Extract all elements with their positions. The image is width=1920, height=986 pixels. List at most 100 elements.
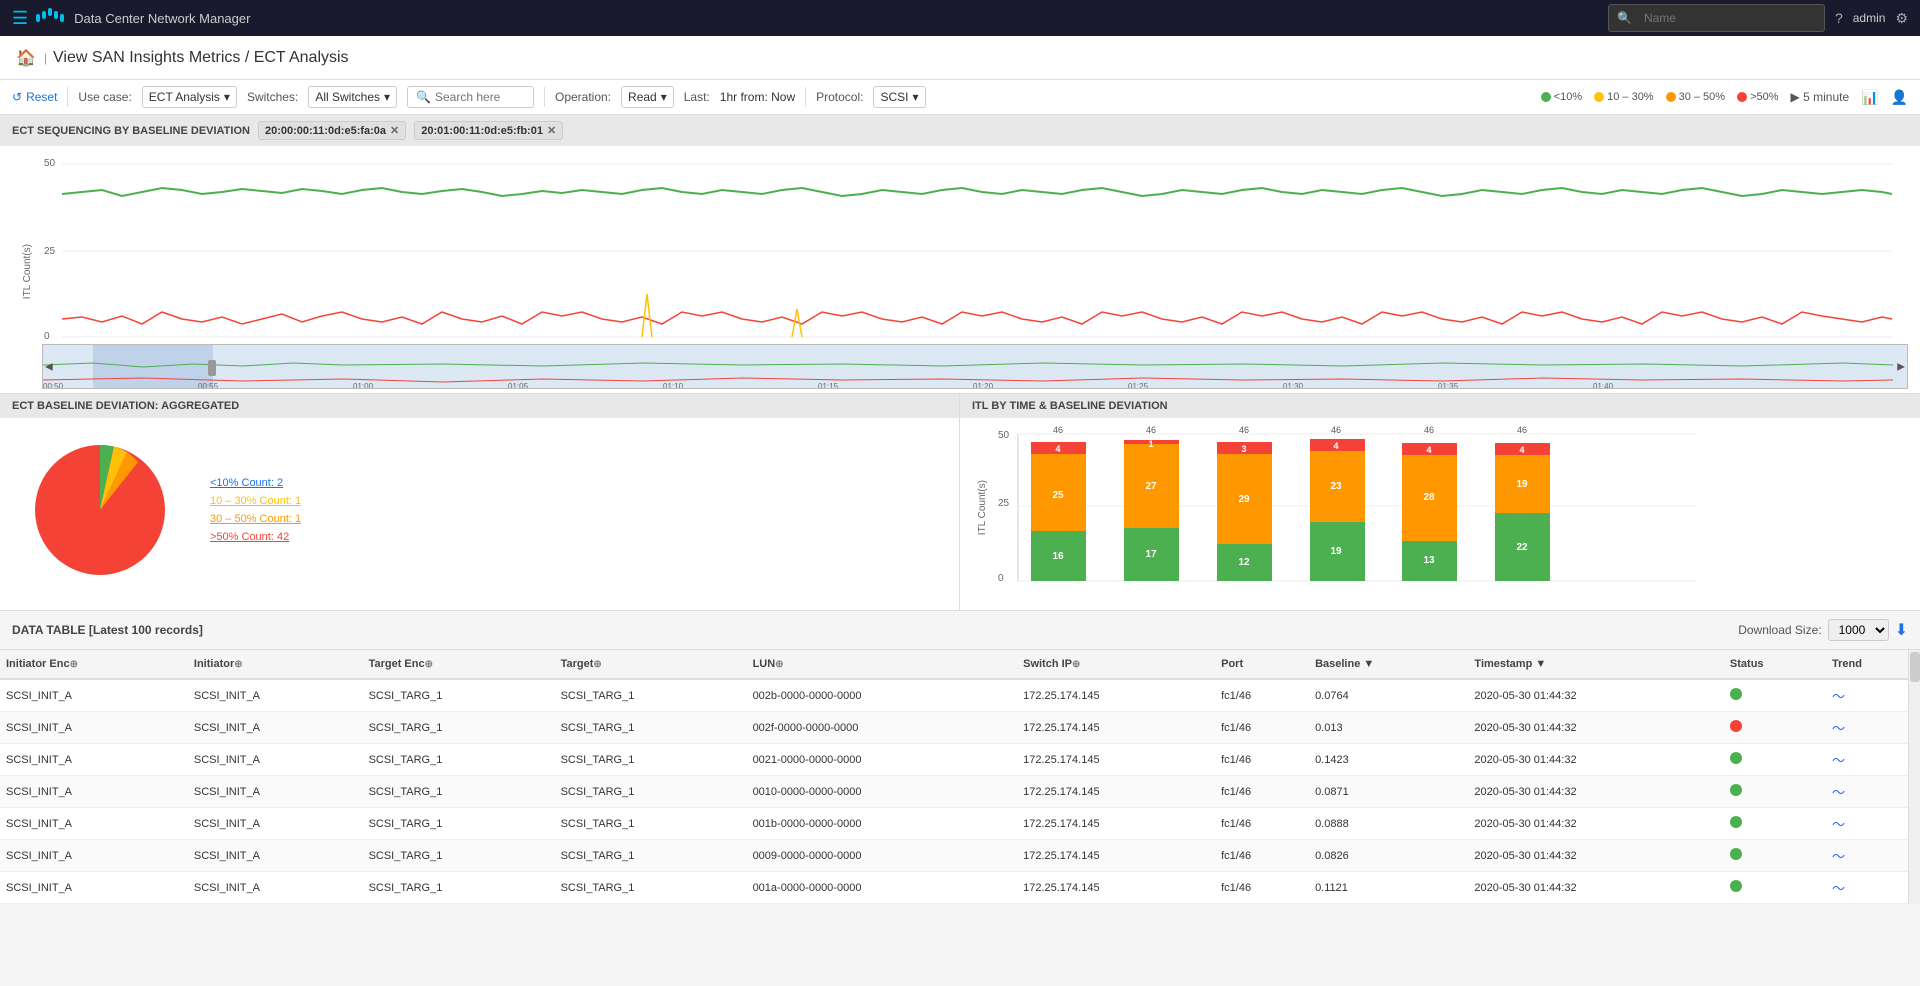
legend-gt50: >50%: [1737, 91, 1778, 103]
chart-icon[interactable]: 📊: [1861, 89, 1878, 106]
cell-trend: 〜: [1826, 808, 1920, 840]
cell-init-enc: SCSI_INIT_A: [0, 776, 188, 808]
data-table: Initiator Enc⊕ Initiator⊕ Target Enc⊕ Ta…: [0, 650, 1920, 904]
legend-lt10-link[interactable]: <10% Count: 2: [210, 477, 301, 489]
legend-dot-red: [1737, 92, 1747, 102]
col-target-enc[interactable]: Target Enc⊕: [363, 650, 555, 679]
cell-target: SCSI_TARG_1: [555, 712, 747, 744]
cell-switch-ip: 172.25.174.145: [1017, 712, 1215, 744]
mini-chart[interactable]: 00:50 00:55 01:00 01:05 01:10 01:15 01:2…: [42, 344, 1908, 389]
help-icon[interactable]: ?: [1835, 10, 1843, 26]
col-switch-ip[interactable]: Switch IP⊕: [1017, 650, 1215, 679]
svg-text:4: 4: [1426, 445, 1431, 455]
download-label: Download Size:: [1738, 623, 1821, 637]
filter-tag-1-close[interactable]: ✕: [390, 124, 399, 137]
chevron-down-icon-4: ▾: [913, 90, 919, 104]
ect-sequencing-section: ECT SEQUENCING BY BASELINE DEVIATION 20:…: [0, 115, 1920, 394]
table-row: SCSI_INIT_A SCSI_INIT_A SCSI_TARG_1 SCSI…: [0, 808, 1920, 840]
scrollbar-thumb[interactable]: [1910, 652, 1920, 682]
search-icon: 🔍: [416, 90, 431, 104]
cell-trend: 〜: [1826, 679, 1920, 712]
cell-target: SCSI_TARG_1: [555, 744, 747, 776]
itl-section: ITL BY TIME & BASELINE DEVIATION ITL Cou…: [960, 394, 1920, 610]
sort-icon-2: ⊕: [234, 659, 242, 670]
col-port[interactable]: Port: [1215, 650, 1309, 679]
nav-search-input[interactable]: [1636, 8, 1816, 28]
toolbar: ↺ Reset Use case: ECT Analysis ▾ Switche…: [0, 80, 1920, 115]
svg-text:23: 23: [1330, 481, 1342, 492]
trend-icon: 〜: [1832, 689, 1845, 704]
nav-search-container[interactable]: 🔍: [1608, 4, 1825, 32]
operation-dropdown[interactable]: Read ▾: [621, 86, 674, 108]
home-icon[interactable]: 🏠: [16, 48, 36, 68]
cell-trend: 〜: [1826, 840, 1920, 872]
cell-switch-ip: 172.25.174.145: [1017, 744, 1215, 776]
time-interval-button[interactable]: ▶ 5 minute: [1791, 90, 1850, 104]
cell-timestamp: 2020-05-30 01:44:32: [1468, 840, 1724, 872]
cell-targ-enc: SCSI_TARG_1: [363, 872, 555, 904]
cell-baseline: 0.1121: [1309, 872, 1468, 904]
scroll-left-icon[interactable]: ◀: [45, 361, 53, 372]
cell-status: [1724, 776, 1826, 808]
bar-group-1: 46 16 25 4 00:42:00 ...: [1031, 426, 1086, 586]
filter-tag-2-value: 20:01:00:11:0d:e5:fb:01: [421, 125, 543, 137]
trend-icon: 〜: [1832, 881, 1845, 896]
search-box[interactable]: 🔍: [407, 86, 534, 108]
filter-tag-1[interactable]: 20:00:00:11:0d:e5:fa:0a ✕: [258, 121, 406, 140]
svg-text:01:35: 01:35: [1438, 382, 1459, 389]
filter-tag-2[interactable]: 20:01:00:11:0d:e5:fb:01 ✕: [414, 121, 563, 140]
protocol-dropdown[interactable]: SCSI ▾: [873, 86, 925, 108]
cell-baseline: 0.0826: [1309, 840, 1468, 872]
search-input[interactable]: [435, 90, 525, 104]
col-timestamp[interactable]: Timestamp ▼: [1468, 650, 1724, 679]
cell-timestamp: 2020-05-30 01:44:32: [1468, 712, 1724, 744]
itl-chart-svg: 50 25 0 46 16: [996, 426, 1912, 586]
cell-lun: 001a-0000-0000-0000: [747, 872, 1018, 904]
cell-init-enc: SCSI_INIT_A: [0, 840, 188, 872]
cell-status: [1724, 712, 1826, 744]
cell-port: fc1/46: [1215, 808, 1309, 840]
cell-target: SCSI_TARG_1: [555, 679, 747, 712]
settings-icon[interactable]: ⚙: [1895, 10, 1908, 27]
download-button[interactable]: ⬇: [1895, 620, 1908, 640]
data-table-section: DATA TABLE [Latest 100 records] Download…: [0, 610, 1920, 904]
use-case-dropdown[interactable]: ECT Analysis ▾: [142, 86, 237, 108]
col-lun[interactable]: LUN⊕: [747, 650, 1018, 679]
col-target[interactable]: Target⊕: [555, 650, 747, 679]
legend-10-30-link[interactable]: 10 – 30% Count: 1: [210, 495, 301, 507]
divider-3: [805, 87, 806, 107]
cell-initiator: SCSI_INIT_A: [188, 712, 363, 744]
mini-chart-svg: 00:50 00:55 01:00 01:05 01:10 01:15 01:2…: [43, 345, 1907, 389]
y-axis-container: ITL Count(s): [12, 154, 42, 389]
legend-30-50-link[interactable]: 30 – 50% Count: 1: [210, 513, 301, 525]
chart-with-yaxis: ITL Count(s) 50 25 0: [12, 154, 1908, 389]
cell-lun: 0009-0000-0000-0000: [747, 840, 1018, 872]
legend-dot-yellow: [1594, 92, 1604, 102]
bar-group-3: 46 12 29 3 01:06:00 ...: [1217, 426, 1272, 586]
y-axis-label: ITL Count(s): [22, 244, 33, 299]
filter-tag-2-close[interactable]: ✕: [547, 124, 556, 137]
switches-label: Switches:: [247, 90, 298, 104]
cell-initiator: SCSI_INIT_A: [188, 808, 363, 840]
col-baseline[interactable]: Baseline ▼: [1309, 650, 1468, 679]
scrollbar[interactable]: [1908, 650, 1920, 904]
cell-port: fc1/46: [1215, 712, 1309, 744]
svg-text:46: 46: [1146, 426, 1156, 435]
bottom-sections: ECT BASELINE DEVIATION: AGGREGATED <10% …: [0, 394, 1920, 610]
status-dot: [1730, 720, 1742, 732]
download-size-select[interactable]: 1000 500 100: [1828, 619, 1889, 641]
svg-text:27: 27: [1145, 481, 1157, 492]
reset-button[interactable]: ↺ Reset: [12, 90, 57, 104]
protocol-value: SCSI: [880, 90, 908, 104]
legend-gt50-link[interactable]: >50% Count: 42: [210, 531, 301, 543]
col-initiator[interactable]: Initiator⊕: [188, 650, 363, 679]
switches-dropdown[interactable]: All Switches ▾: [308, 86, 397, 108]
cell-status: [1724, 840, 1826, 872]
cell-baseline: 0.0888: [1309, 808, 1468, 840]
scroll-right-icon[interactable]: ▶: [1897, 361, 1905, 372]
col-initiator-enc[interactable]: Initiator Enc⊕: [0, 650, 188, 679]
svg-text:46: 46: [1331, 426, 1341, 435]
col-status[interactable]: Status: [1724, 650, 1826, 679]
menu-icon[interactable]: ☰: [12, 8, 28, 29]
person-icon[interactable]: 👤: [1891, 89, 1908, 106]
